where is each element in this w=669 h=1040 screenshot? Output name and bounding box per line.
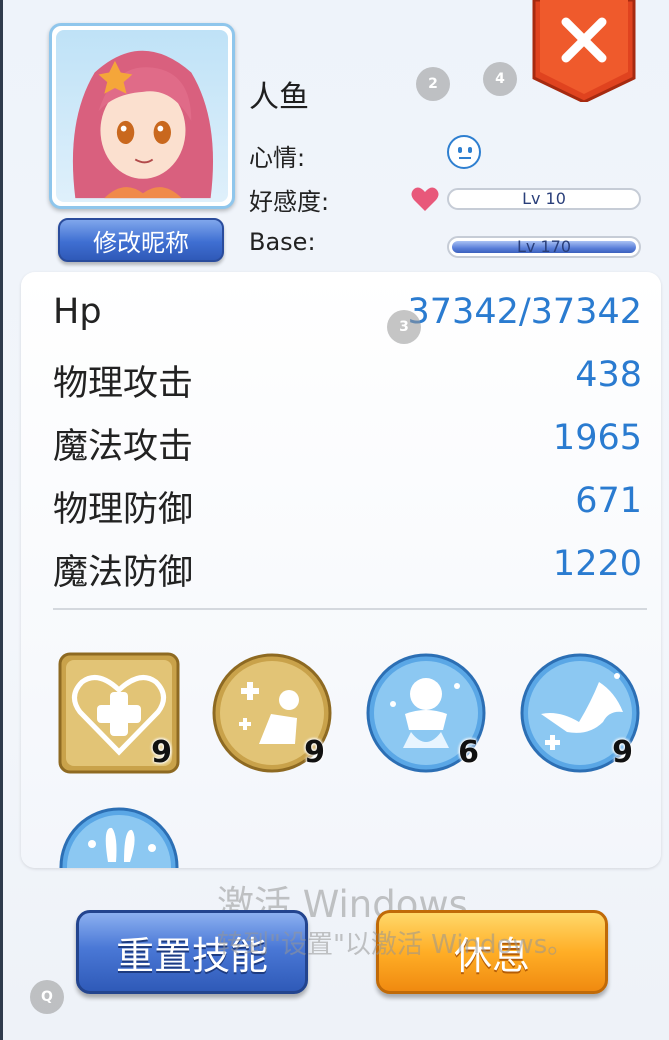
skill-slot-5[interactable] xyxy=(58,806,180,868)
base-level-bar: Lv 170 xyxy=(447,236,641,258)
mermaid-portrait-icon xyxy=(72,50,214,199)
heart-icon xyxy=(411,187,439,211)
skill-level-4: 9 xyxy=(612,735,633,770)
neutral-face-icon xyxy=(447,135,481,169)
stat-value-magic-attack: 1965 xyxy=(552,418,642,458)
hint-badge-3: 3 xyxy=(387,310,421,344)
rename-button[interactable]: 修改昵称 xyxy=(58,218,224,262)
bunny-icon xyxy=(59,807,179,868)
stat-label-magic-defense: 魔法防御 xyxy=(53,553,194,593)
skill-slot-3[interactable]: 6 xyxy=(365,652,487,774)
hint-badge-2: 2 xyxy=(416,67,450,101)
stats-divider xyxy=(53,608,647,610)
base-level-text: Lv 170 xyxy=(516,237,571,256)
character-info-window: 修改昵称 人鱼 心情: 好感度: Lv 10 Base: Lv 170 2 4 … xyxy=(0,0,669,1040)
skill-slot-2[interactable]: 9 xyxy=(211,652,333,774)
stat-value-physical-attack: 438 xyxy=(575,355,642,395)
skill-level-1: 9 xyxy=(151,735,172,770)
skill-level-3: 6 xyxy=(458,735,479,770)
stat-value-hp: 37342/37342 xyxy=(407,292,642,332)
favor-level-bar: Lv 10 xyxy=(447,188,641,210)
base-label: Base: xyxy=(249,228,316,256)
character-portrait xyxy=(49,23,235,209)
favor-level-text: Lv 10 xyxy=(522,189,566,208)
stat-label-magic-attack: 魔法攻击 xyxy=(53,427,194,467)
favor-label: 好感度: xyxy=(249,188,330,216)
skill-slot-1[interactable]: 9 xyxy=(58,652,180,774)
skill-slot-4[interactable]: 9 xyxy=(519,652,641,774)
close-button[interactable] xyxy=(532,0,636,102)
stat-label-hp: Hp xyxy=(53,292,102,332)
activation-watermark-subtitle: 转到"设置"以激活 Windows。 xyxy=(217,930,574,960)
hint-badge-q: Q xyxy=(30,980,64,1014)
stat-label-physical-defense: 物理防御 xyxy=(53,490,194,530)
stat-label-physical-attack: 物理攻击 xyxy=(53,364,194,404)
skill-level-2: 9 xyxy=(304,735,325,770)
stat-value-physical-defense: 671 xyxy=(575,481,642,521)
stat-value-magic-defense: 1220 xyxy=(552,544,642,584)
mood-label: 心情: xyxy=(249,144,306,172)
hint-badge-4: 4 xyxy=(483,62,517,96)
character-name: 人鱼 xyxy=(249,80,309,115)
